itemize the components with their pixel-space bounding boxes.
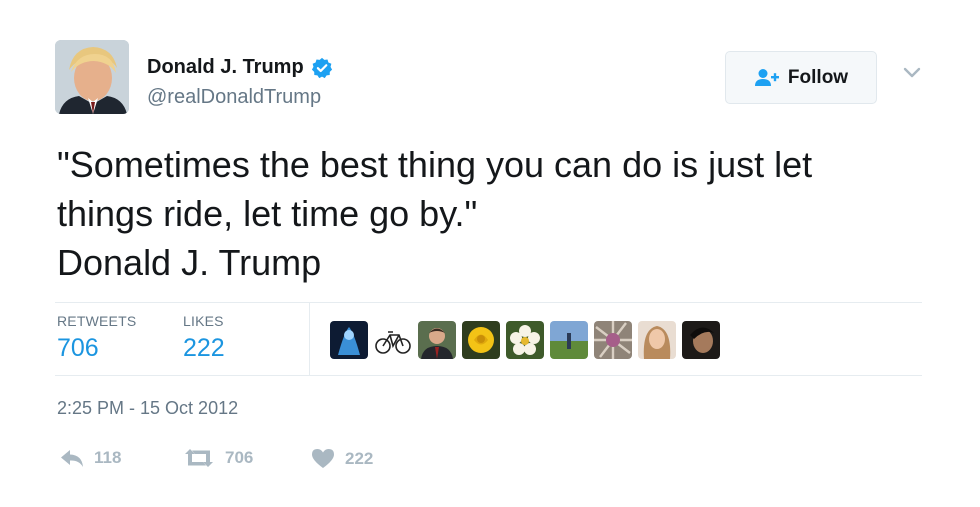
follow-button-label: Follow [787, 66, 849, 88]
retweets-stat[interactable]: RETWEETS 706 [57, 313, 136, 363]
blue-glow-avatar[interactable] [330, 321, 368, 359]
author-handle[interactable]: @realDonaldTrump [147, 86, 321, 109]
dark-portrait-avatar[interactable] [682, 321, 720, 359]
reply-count: 118 [94, 448, 122, 467]
bicycle-avatar[interactable] [374, 321, 412, 359]
retweet-icon [185, 449, 213, 467]
like-count: 222 [345, 448, 374, 468]
yellow-rose-avatar[interactable] [462, 321, 500, 359]
tweet-text: "Sometimes the best thing you can do is … [57, 140, 937, 287]
follow-button[interactable]: Follow [725, 51, 877, 104]
woman-portrait-avatar[interactable] [638, 321, 676, 359]
reply-button[interactable]: 118 [60, 448, 121, 468]
tweet-line: "Sometimes the best thing you can do is … [57, 144, 813, 185]
author-name-row[interactable]: Donald J. Trump [147, 56, 333, 79]
chevron-down-icon[interactable] [902, 66, 922, 80]
retweets-count: 706 [57, 334, 99, 362]
likes-count: 222 [183, 334, 225, 362]
add-user-icon [754, 68, 779, 86]
retweet-count: 706 [225, 448, 254, 467]
stats-divider [309, 303, 310, 375]
field-avatar[interactable] [550, 321, 588, 359]
heart-icon [312, 449, 334, 468]
likes-label: LIKES [183, 313, 224, 329]
tweet-timestamp[interactable]: 2:25 PM - 15 Oct 2012 [57, 398, 238, 419]
likes-stat[interactable]: LIKES 222 [183, 313, 225, 363]
white-flower-avatar[interactable] [506, 321, 544, 359]
retweet-button[interactable]: 706 [183, 448, 253, 468]
retweets-label: RETWEETS [57, 313, 137, 329]
man-portrait-avatar[interactable] [418, 321, 456, 359]
verified-badge-icon [311, 57, 332, 78]
tweet-line: Donald J. Trump [57, 242, 322, 283]
like-button[interactable]: 222 [311, 448, 373, 469]
tweet-line: things ride, let time go by." [57, 193, 478, 234]
divider [55, 375, 922, 376]
avatar[interactable] [55, 40, 129, 114]
reply-icon [61, 450, 83, 467]
likers-list [330, 321, 720, 359]
author-name[interactable]: Donald J. Trump [147, 56, 304, 79]
abstract-avatar[interactable] [594, 321, 632, 359]
divider [55, 302, 922, 303]
profile-photo [55, 40, 129, 114]
